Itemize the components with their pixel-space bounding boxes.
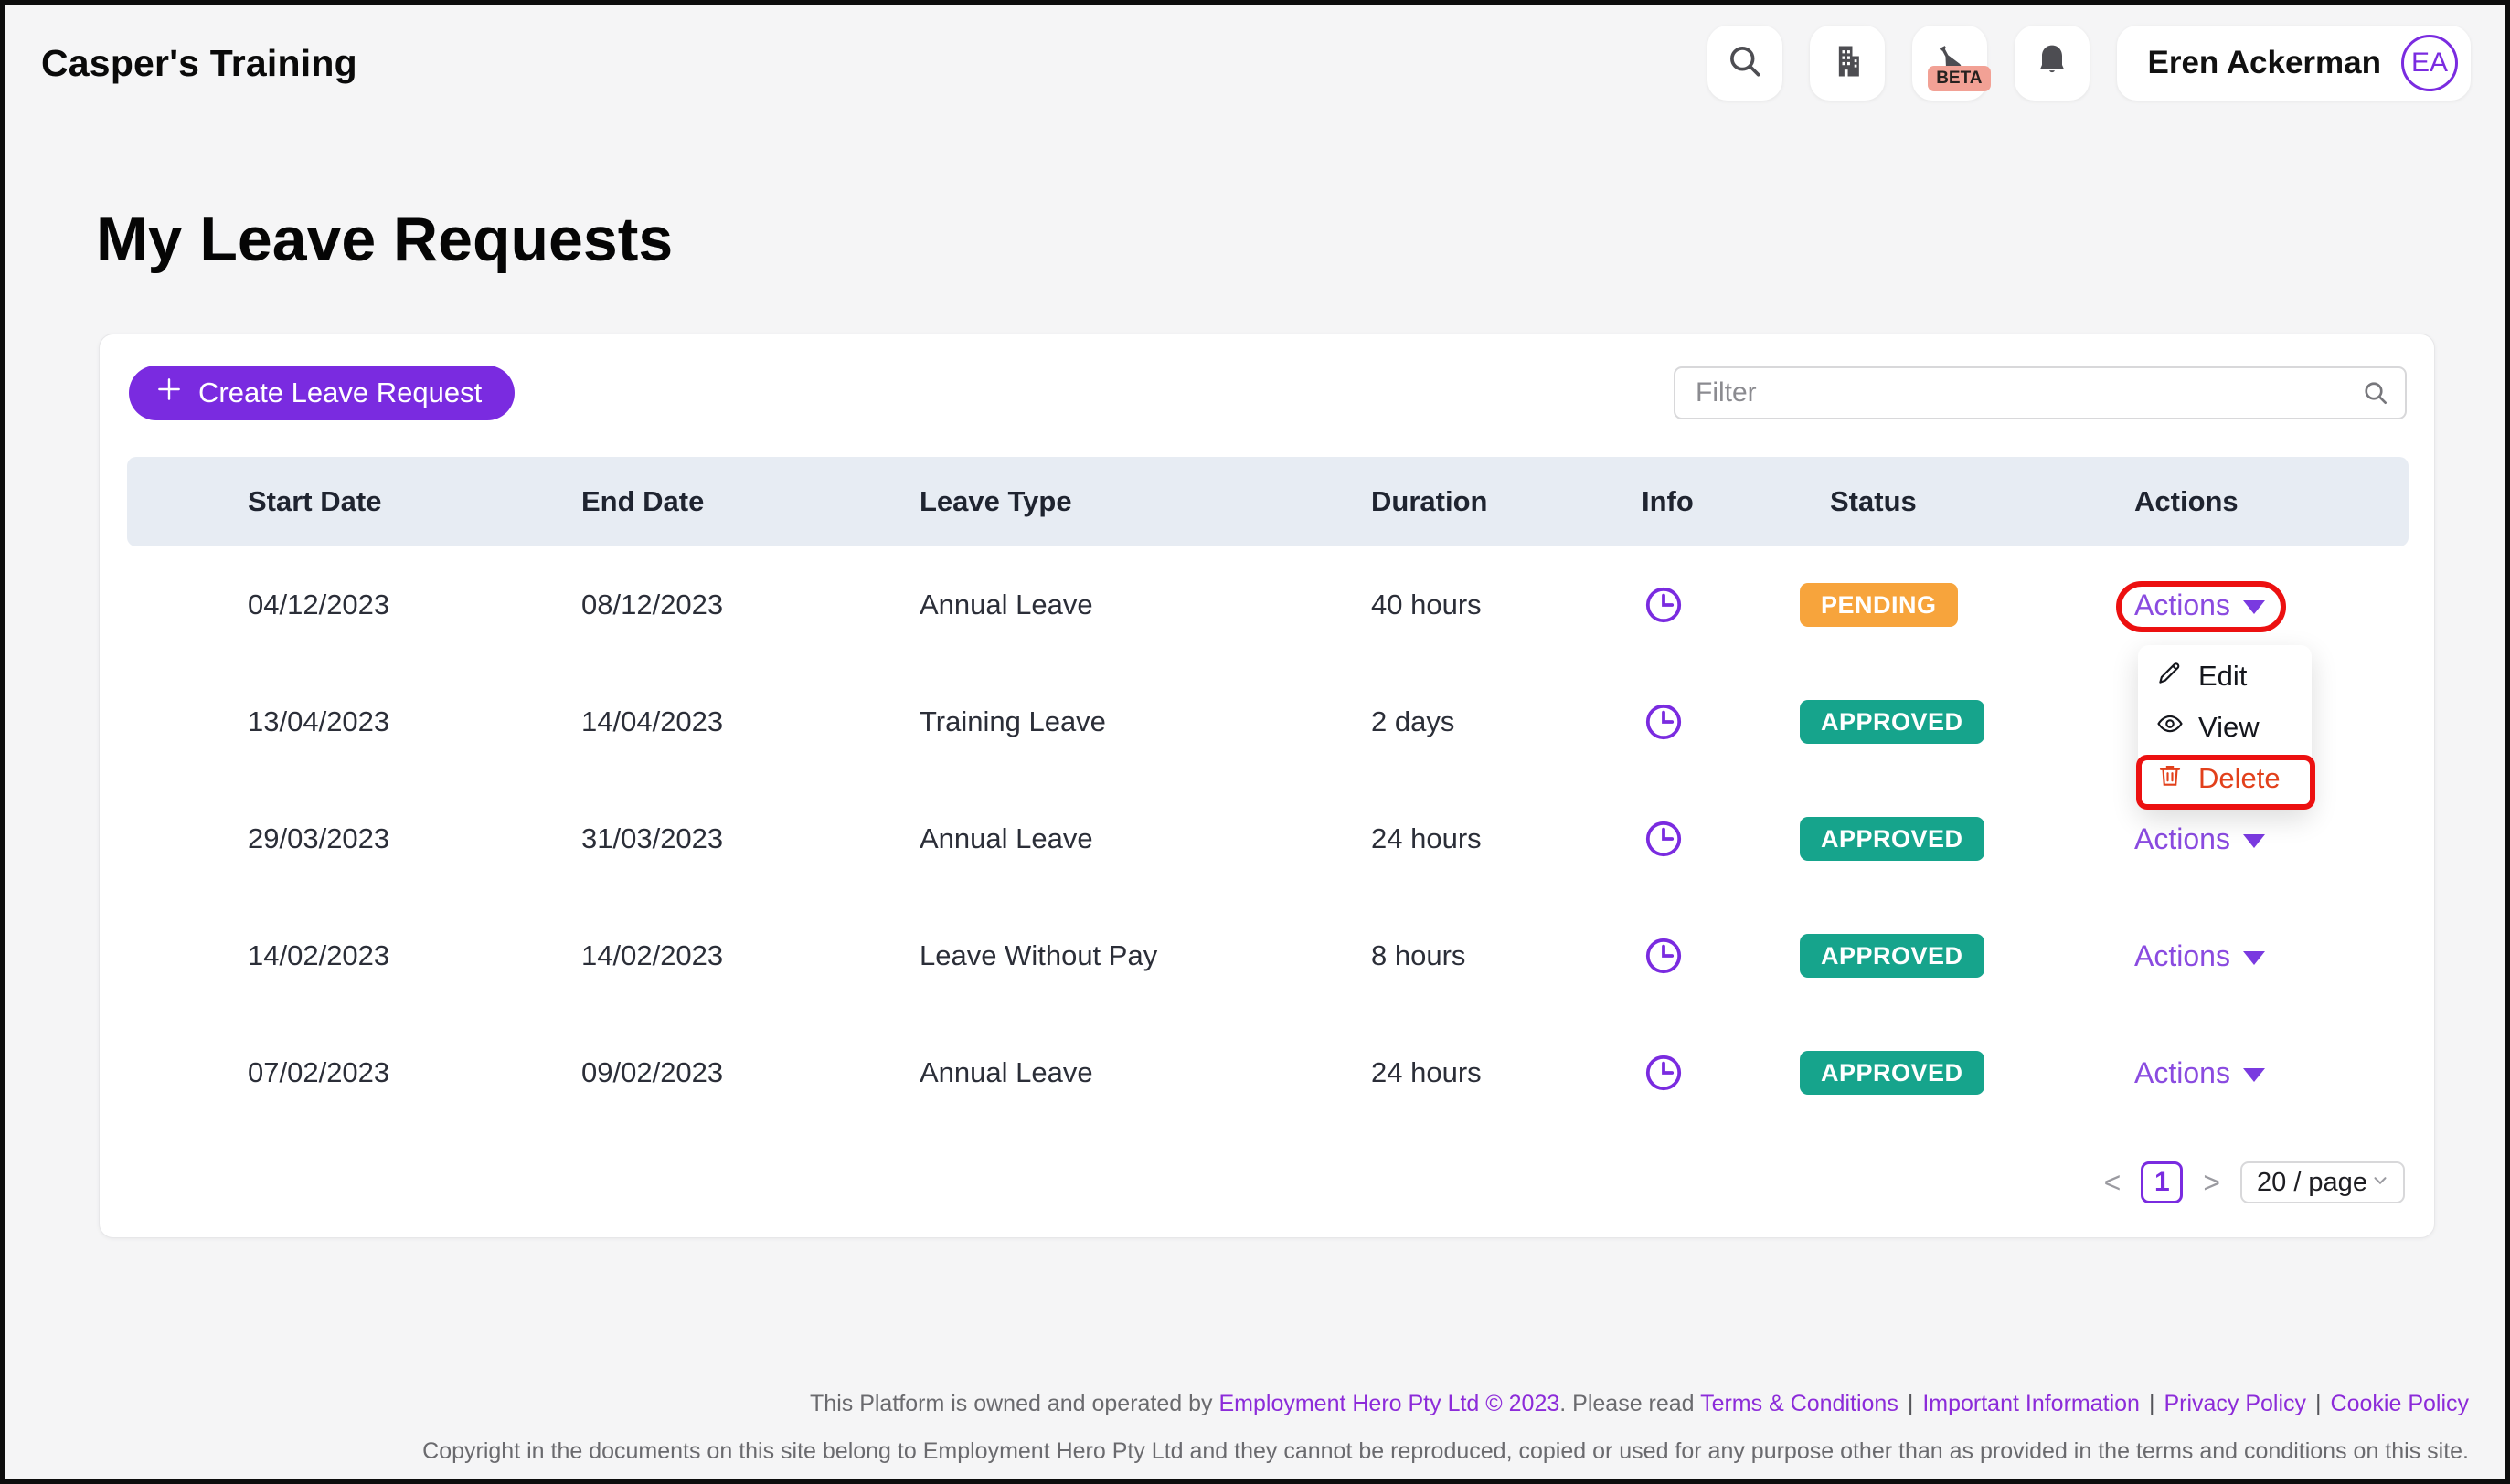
- leave-requests-table: Start Date End Date Leave Type Duration …: [127, 457, 2409, 1131]
- table-row: 29/03/2023 31/03/2023 Annual Leave 24 ho…: [127, 780, 2409, 897]
- pagination-page-1[interactable]: 1: [2141, 1161, 2183, 1203]
- status-badge: APPROVED: [1800, 817, 1984, 861]
- column-header-actions: Actions: [2134, 485, 2409, 518]
- footer-cookie-link[interactable]: Cookie Policy: [2331, 1391, 2469, 1416]
- create-leave-request-label: Create Leave Request: [198, 376, 482, 409]
- chevron-down-icon: [2243, 600, 2265, 614]
- beta-badge: BETA: [1928, 66, 1990, 91]
- column-header-info: Info: [1642, 485, 1800, 518]
- column-header-duration: Duration: [1371, 485, 1642, 518]
- table-row: 04/12/2023 08/12/2023 Annual Leave 40 ho…: [127, 546, 2409, 663]
- create-leave-request-button[interactable]: Create Leave Request: [129, 366, 515, 420]
- status-badge: APPROVED: [1800, 700, 1984, 744]
- pagination: < 1 > 20 / page: [2104, 1161, 2405, 1203]
- menu-item-view[interactable]: View: [2138, 702, 2312, 753]
- footer-copyright: Copyright in the documents on this site …: [422, 1427, 2469, 1475]
- end-date-cell: 08/12/2023: [581, 588, 920, 621]
- company-button[interactable]: [1810, 26, 1885, 101]
- top-bar: Casper's Training BETA Eren Ackerman EA: [41, 21, 2471, 105]
- leave-requests-page: { "header": { "title": "Casper's Trainin…: [0, 0, 2510, 1484]
- info-clock-icon[interactable]: [1642, 700, 1800, 744]
- search-button[interactable]: [1707, 26, 1782, 101]
- page-title: My Leave Requests: [96, 204, 673, 275]
- footer-company-link[interactable]: Employment Hero Pty Ltd © 2023: [1218, 1391, 1559, 1416]
- bell-icon: [2032, 41, 2072, 86]
- duration-cell: 40 hours: [1371, 588, 1642, 621]
- info-clock-icon[interactable]: [1642, 817, 1800, 861]
- leave-type-cell: Leave Without Pay: [920, 939, 1371, 972]
- end-date-cell: 14/04/2023: [581, 705, 920, 738]
- leave-type-cell: Annual Leave: [920, 1056, 1371, 1089]
- leave-type-cell: Annual Leave: [920, 822, 1371, 855]
- labs-button[interactable]: BETA: [1912, 26, 1987, 101]
- table-row: 14/02/2023 14/02/2023 Leave Without Pay …: [127, 897, 2409, 1014]
- leave-requests-card: Create Leave Request Start Date End Date…: [99, 334, 2435, 1238]
- info-clock-icon[interactable]: [1642, 1051, 1800, 1095]
- column-header-status: Status: [1800, 485, 2134, 518]
- chevron-down-icon: [2243, 951, 2265, 965]
- end-date-cell: 09/02/2023: [581, 1056, 920, 1089]
- start-date-cell: 04/12/2023: [248, 588, 581, 621]
- chevron-down-icon: [2243, 1068, 2265, 1082]
- top-bar-actions: BETA Eren Ackerman EA: [1707, 26, 2472, 101]
- status-badge: PENDING: [1800, 583, 1958, 627]
- table-header-row: Start Date End Date Leave Type Duration …: [127, 457, 2409, 546]
- duration-cell: 24 hours: [1371, 1056, 1642, 1089]
- leave-type-cell: Annual Leave: [920, 588, 1371, 621]
- status-badge: APPROVED: [1800, 934, 1984, 978]
- pencil-icon: [2156, 659, 2184, 694]
- trash-icon: [2156, 761, 2184, 796]
- end-date-cell: 14/02/2023: [581, 939, 920, 972]
- start-date-cell: 13/04/2023: [248, 705, 581, 738]
- avatar: EA: [2401, 35, 2458, 91]
- start-date-cell: 29/03/2023: [248, 822, 581, 855]
- footer-privacy-link[interactable]: Privacy Policy: [2164, 1391, 2306, 1416]
- footer-mid: . Please read: [1559, 1391, 1700, 1416]
- chevron-down-icon: [2370, 1168, 2390, 1198]
- table-row: 07/02/2023 09/02/2023 Annual Leave 24 ho…: [127, 1014, 2409, 1131]
- search-icon: [1725, 41, 1765, 86]
- actions-dropdown-trigger[interactable]: Actions: [2134, 588, 2265, 622]
- footer-terms-link[interactable]: Terms & Conditions: [1700, 1391, 1898, 1416]
- info-clock-icon[interactable]: [1642, 934, 1800, 978]
- footer-prefix: This Platform is owned and operated by: [810, 1391, 1218, 1416]
- filter-field-wrap: [1674, 366, 2407, 419]
- start-date-cell: 14/02/2023: [248, 939, 581, 972]
- eye-icon: [2156, 710, 2184, 745]
- pagination-prev-button[interactable]: <: [2104, 1166, 2122, 1200]
- menu-item-edit[interactable]: Edit: [2138, 651, 2312, 702]
- user-name: Eren Ackerman: [2148, 45, 2382, 81]
- plus-icon: [154, 375, 184, 411]
- leave-type-cell: Training Leave: [920, 705, 1371, 738]
- notifications-button[interactable]: [2015, 26, 2090, 101]
- column-header-start-date: Start Date: [248, 485, 581, 518]
- duration-cell: 8 hours: [1371, 939, 1642, 972]
- actions-dropdown-trigger[interactable]: Actions: [2134, 1056, 2265, 1090]
- footer: This Platform is owned and operated by E…: [422, 1380, 2469, 1475]
- column-header-end-date: End Date: [581, 485, 920, 518]
- end-date-cell: 31/03/2023: [581, 822, 920, 855]
- menu-item-delete[interactable]: Delete: [2138, 753, 2312, 804]
- filter-search-icon: [2361, 378, 2390, 408]
- building-icon: [1827, 41, 1867, 86]
- chevron-down-icon: [2243, 834, 2265, 848]
- actions-dropdown-trigger[interactable]: Actions: [2134, 939, 2265, 973]
- table-row: 13/04/2023 14/04/2023 Training Leave 2 d…: [127, 663, 2409, 780]
- page-size-select[interactable]: 20 / page: [2240, 1161, 2405, 1203]
- start-date-cell: 07/02/2023: [248, 1056, 581, 1089]
- user-menu[interactable]: Eren Ackerman EA: [2117, 26, 2472, 101]
- filter-input[interactable]: [1674, 366, 2407, 419]
- footer-important-info-link[interactable]: Important Information: [1922, 1391, 2140, 1416]
- info-clock-icon[interactable]: [1642, 583, 1800, 627]
- duration-cell: 2 days: [1371, 705, 1642, 738]
- column-header-leave-type: Leave Type: [920, 485, 1371, 518]
- actions-dropdown-trigger[interactable]: Actions: [2134, 822, 2265, 856]
- footer-line-1: This Platform is owned and operated by E…: [422, 1380, 2469, 1427]
- status-badge: APPROVED: [1800, 1051, 1984, 1095]
- app-title: Casper's Training: [41, 42, 357, 85]
- duration-cell: 24 hours: [1371, 822, 1642, 855]
- pagination-next-button[interactable]: >: [2203, 1166, 2220, 1200]
- actions-dropdown-menu: Edit View Delete: [2138, 645, 2312, 810]
